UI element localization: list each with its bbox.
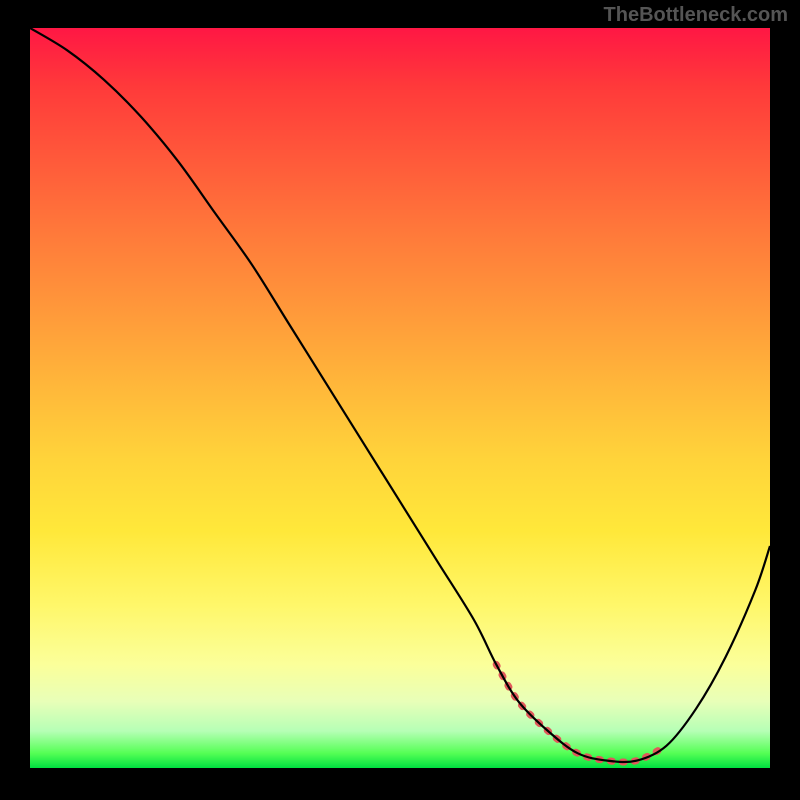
plot-area xyxy=(30,28,770,768)
watermark-text: TheBottleneck.com xyxy=(604,4,788,27)
optimal-zone-highlight xyxy=(496,664,666,762)
chart-svg xyxy=(30,28,770,768)
bottleneck-curve-line xyxy=(30,28,770,762)
